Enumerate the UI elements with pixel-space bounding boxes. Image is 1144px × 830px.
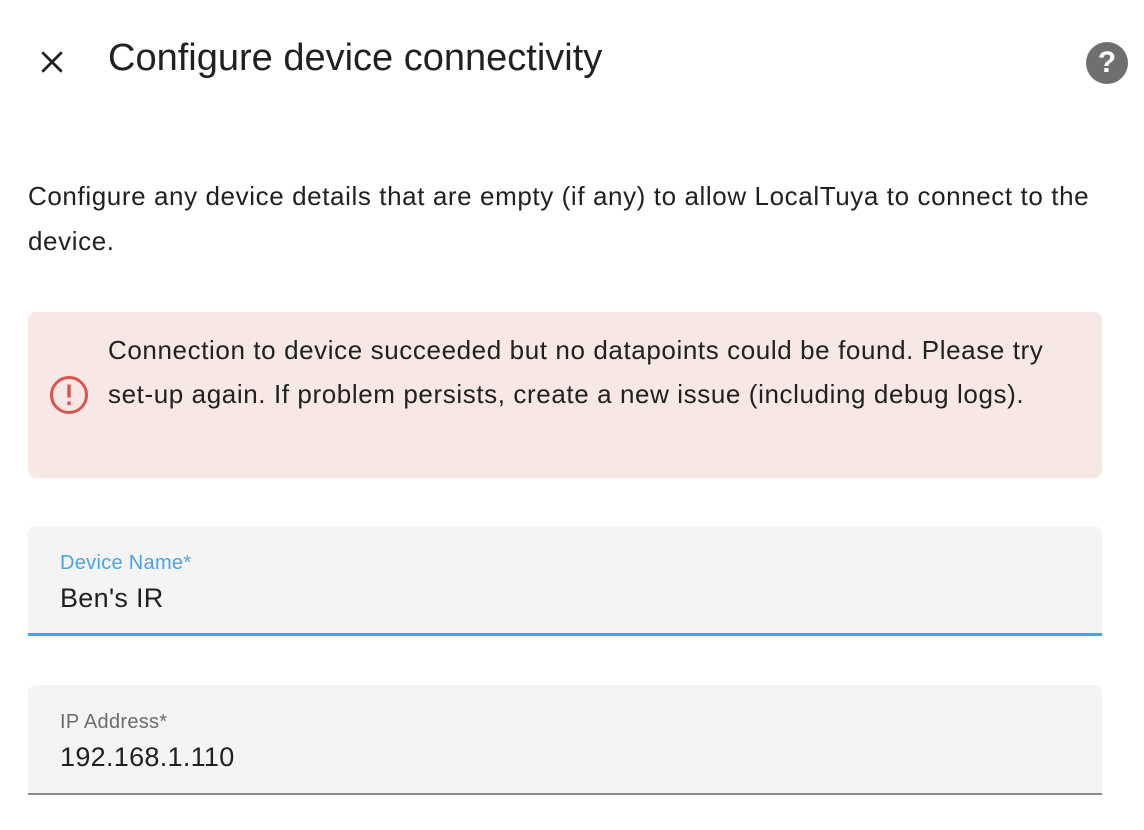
configure-device-dialog: Configure device connectivity ? Configur… bbox=[0, 0, 1144, 830]
help-button[interactable]: ? bbox=[1086, 42, 1128, 84]
dialog-description: Configure any device details that are em… bbox=[28, 181, 1090, 256]
dialog-title: Configure device connectivity bbox=[108, 37, 603, 79]
device-name-field[interactable]: Device Name* Ben's IR bbox=[28, 526, 1102, 636]
ip-address-label: IP Address* bbox=[60, 711, 168, 733]
device-name-input[interactable]: Ben's IR bbox=[60, 580, 164, 616]
device-name-label: Device Name* bbox=[60, 552, 192, 574]
close-button[interactable] bbox=[28, 38, 76, 86]
alert-circle-icon bbox=[50, 376, 88, 414]
ip-address-input[interactable]: 192.168.1.110 bbox=[60, 739, 235, 775]
dialog-header: Configure device connectivity ? bbox=[0, 0, 1144, 120]
help-circle-icon: ? bbox=[1097, 46, 1117, 79]
ip-address-field[interactable]: IP Address* 192.168.1.110 bbox=[28, 685, 1102, 795]
error-alert: Connection to device succeeded but no da… bbox=[28, 312, 1102, 478]
close-icon bbox=[41, 51, 63, 73]
alert-message: Connection to device succeeded but no da… bbox=[108, 335, 1044, 409]
